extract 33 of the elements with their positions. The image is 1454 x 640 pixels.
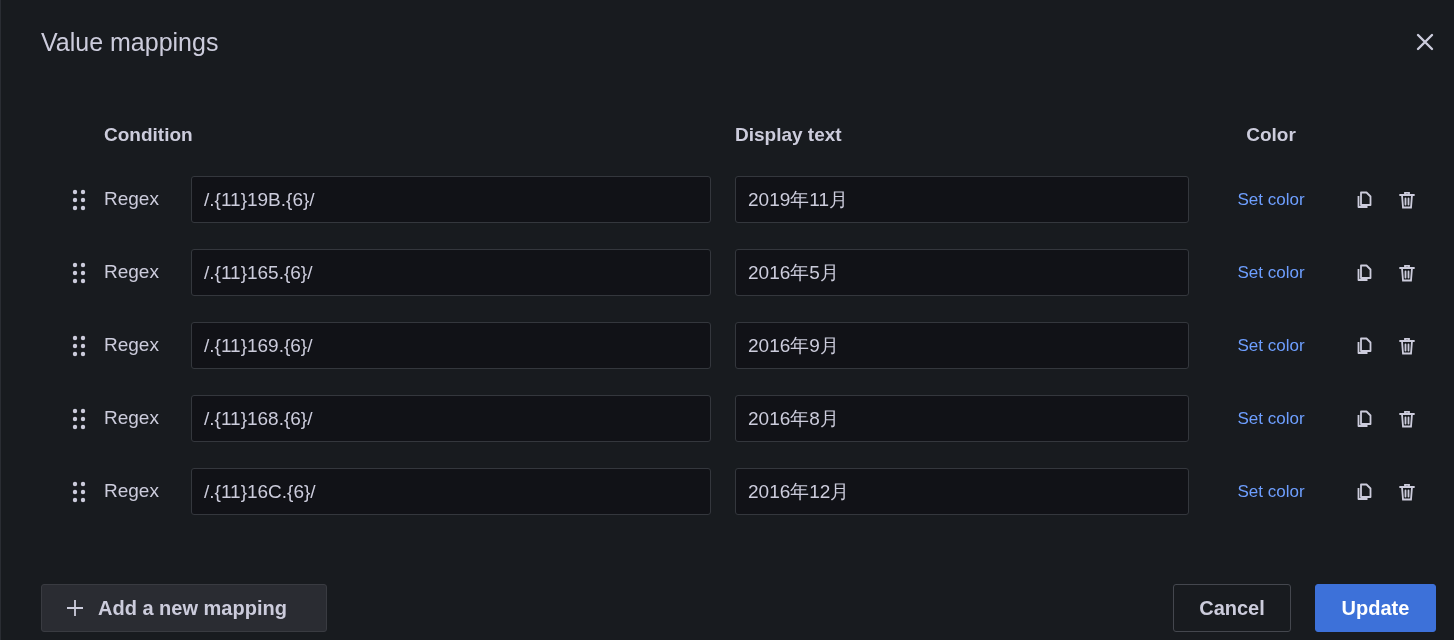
condition-field[interactable]: /.{11}19B.{6}/ [191, 176, 711, 223]
drag-handle-icon[interactable] [71, 334, 86, 357]
drag-handle-icon[interactable] [71, 188, 86, 211]
add-mapping-button[interactable]: Add a new mapping [41, 584, 327, 632]
dialog-title: Value mappings [41, 27, 219, 57]
set-color-link[interactable]: Set color [1237, 478, 1305, 505]
set-color-link[interactable]: Set color [1237, 332, 1305, 359]
condition-field[interactable]: /.{11}168.{6}/ [191, 395, 711, 442]
drag-handle-icon[interactable] [71, 480, 86, 503]
condition-field[interactable]: /.{11}169.{6}/ [191, 322, 711, 369]
condition-type: Regex [104, 479, 160, 504]
condition-field[interactable]: /.{11}16C.{6}/ [191, 468, 711, 515]
set-color-link[interactable]: Set color [1237, 405, 1305, 432]
display-text-field[interactable]: 2016年12月 [735, 468, 1189, 515]
column-header: Display text [735, 123, 843, 147]
condition-type: Regex [104, 333, 160, 358]
update-button[interactable]: Update [1315, 584, 1436, 632]
set-color-link[interactable]: Set color [1237, 186, 1305, 213]
cancel-button[interactable]: Cancel [1173, 584, 1291, 632]
drag-handle-icon[interactable] [71, 407, 86, 430]
condition-field[interactable]: /.{11}165.{6}/ [191, 249, 711, 296]
display-text-field[interactable]: 2016年9月 [735, 322, 1189, 369]
condition-type: Regex [104, 260, 160, 285]
column-header: Color [1246, 123, 1296, 147]
set-color-link[interactable]: Set color [1237, 259, 1305, 286]
condition-type: Regex [104, 406, 160, 431]
display-text-field[interactable]: 2019年11月 [735, 176, 1189, 223]
column-header: Condition [104, 123, 191, 147]
display-text-field[interactable]: 2016年5月 [735, 249, 1189, 296]
drag-handle-icon[interactable] [71, 261, 86, 284]
condition-type: Regex [104, 187, 160, 212]
plus-icon [66, 599, 84, 617]
display-text-field[interactable]: 2016年8月 [735, 395, 1189, 442]
